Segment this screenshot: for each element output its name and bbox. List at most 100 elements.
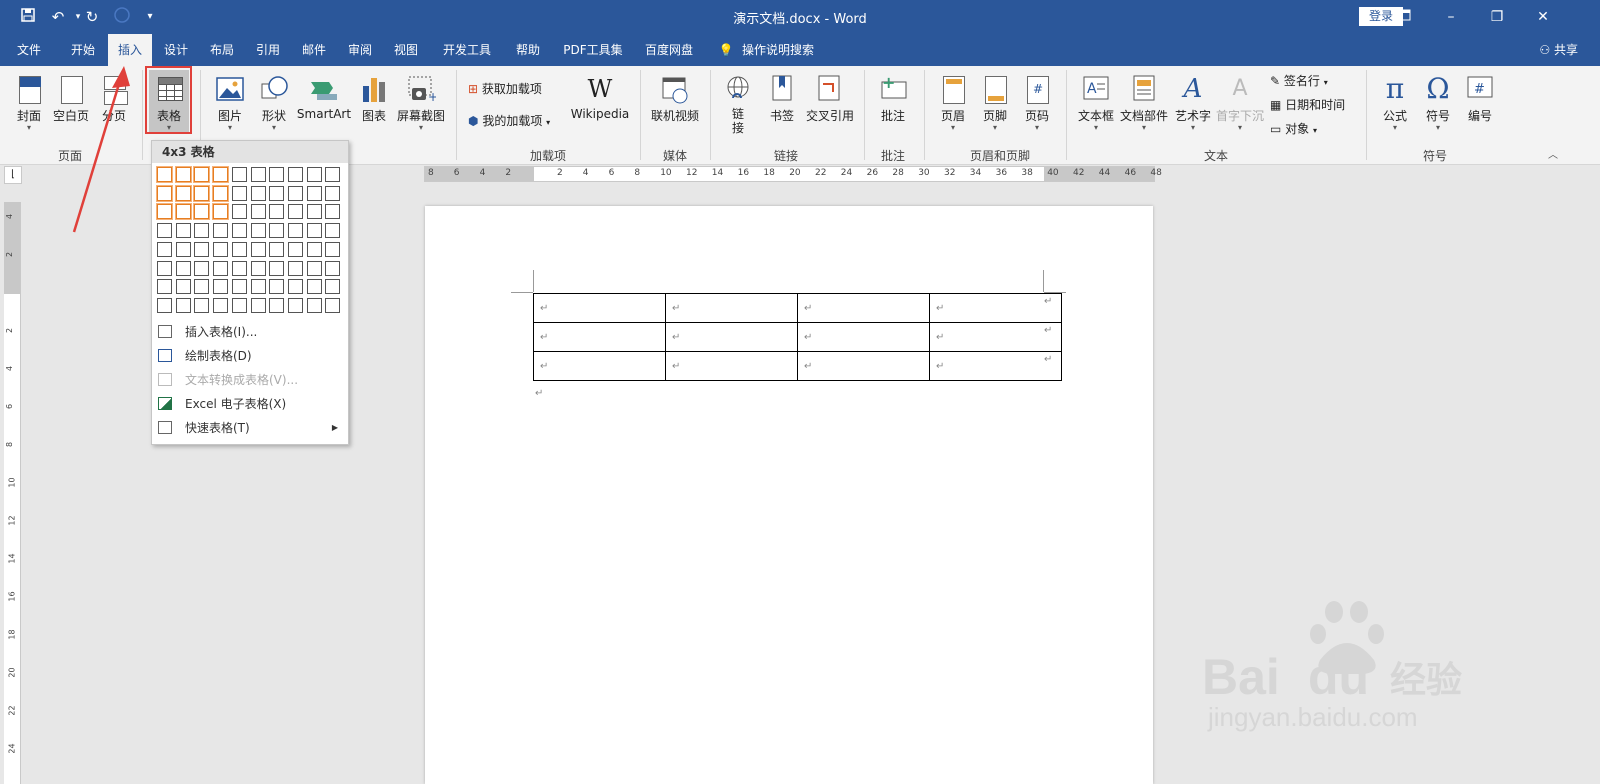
tab-file[interactable]: 文件	[8, 34, 50, 66]
quick-parts-button[interactable]: 文档部件 ▾	[1118, 74, 1170, 132]
table-grid-cell[interactable]	[193, 203, 211, 221]
table-grid-cell[interactable]	[287, 223, 303, 239]
symbol-button[interactable]: Ω 符号 ▾	[1418, 74, 1458, 132]
table-grid-cell[interactable]	[157, 223, 172, 239]
table-grid-cell[interactable]	[325, 167, 341, 182]
table-grid-cell[interactable]	[231, 279, 247, 295]
table-grid-cell[interactable]	[194, 223, 210, 239]
table-grid-cell[interactable]	[156, 203, 173, 221]
table-grid-cell[interactable]	[157, 279, 172, 295]
table-grid-cell[interactable]	[250, 223, 266, 239]
table-grid-cell[interactable]	[306, 204, 322, 220]
table-grid-cell[interactable]	[287, 297, 303, 313]
table-cell[interactable]: ↵	[929, 322, 1062, 352]
table-grid-cell[interactable]	[306, 260, 322, 276]
table-grid-cell[interactable]	[194, 279, 210, 295]
table-grid-cell[interactable]	[157, 260, 172, 276]
table-grid-cell[interactable]	[306, 241, 322, 257]
table-cell[interactable]: ↵	[533, 351, 666, 381]
table-cell[interactable]: ↵	[797, 293, 930, 323]
link-button[interactable]: 链接	[720, 74, 756, 135]
tab-pdf-tools[interactable]: PDF工具集	[556, 34, 630, 66]
tab-view[interactable]: 视图	[386, 34, 426, 66]
date-time-button[interactable]: ▦ 日期和时间	[1270, 96, 1345, 113]
table-grid-cell[interactable]	[287, 279, 303, 295]
table-grid-cell[interactable]	[156, 166, 173, 183]
text-box-button[interactable]: A 文本框 ▾	[1074, 74, 1118, 132]
minimize-icon[interactable]: –	[1440, 6, 1462, 28]
number-button[interactable]: # 编号	[1460, 74, 1500, 124]
table-grid-cell[interactable]	[269, 185, 285, 201]
ribbon-display-options-icon[interactable]	[1393, 6, 1415, 28]
table-grid-cell[interactable]	[231, 241, 247, 257]
header-button[interactable]: 页眉 ▾	[934, 74, 972, 132]
table-grid-cell[interactable]	[212, 184, 230, 202]
menu-quick-tables[interactable]: 快速表格(T) ▶	[152, 417, 348, 439]
table-grid-cell[interactable]	[250, 297, 266, 313]
table-grid-cell[interactable]	[325, 223, 341, 239]
table-grid-cell[interactable]	[306, 167, 322, 182]
table-cell[interactable]: ↵	[797, 351, 930, 381]
cover-page-button[interactable]: 封面 ▾	[10, 74, 48, 132]
chart-button[interactable]: 图表	[356, 74, 392, 124]
table-cell[interactable]: ↵	[929, 351, 1062, 381]
table-grid-cell[interactable]	[269, 297, 285, 313]
tab-references[interactable]: 引用	[248, 34, 288, 66]
table-grid-cell[interactable]	[231, 260, 247, 276]
cross-reference-button[interactable]: 交叉引用	[804, 74, 856, 124]
table-grid-cell[interactable]	[175, 279, 191, 295]
table-grid-cell[interactable]	[306, 297, 322, 313]
table-cell[interactable]: ↵	[533, 293, 666, 323]
table-grid-cell[interactable]	[287, 241, 303, 257]
online-video-button[interactable]: 联机视频	[648, 74, 702, 124]
table-grid-cell[interactable]	[325, 260, 341, 276]
collapse-ribbon-icon[interactable]: ︿	[1548, 146, 1558, 161]
drop-cap-button[interactable]: A 首字下沉 ▾	[1214, 74, 1266, 132]
table-grid-cell[interactable]	[325, 204, 341, 220]
tab-developer[interactable]: 开发工具	[436, 34, 498, 66]
document-table[interactable]: ↵ ↵ ↵ ↵ ↵ ↵ ↵ ↵ ↵ ↵ ↵ ↵	[533, 293, 1062, 381]
footer-button[interactable]: 页脚 ▾	[976, 74, 1014, 132]
table-grid-cell[interactable]	[250, 167, 266, 182]
table-cell[interactable]: ↵	[665, 293, 798, 323]
table-grid-cell[interactable]	[175, 223, 191, 239]
screenshot-button[interactable]: + 屏幕截图 ▾	[394, 74, 448, 132]
table-grid-cell[interactable]	[231, 204, 247, 220]
vertical-ruler[interactable]: 4 2 2 4 6 8 10 12 14 16 18 20 22 24	[4, 202, 21, 784]
menu-insert-table[interactable]: 插入表格(I)...	[152, 321, 348, 343]
page-number-button[interactable]: # 页码 ▾	[1018, 74, 1056, 132]
table-grid-cell[interactable]	[250, 241, 266, 257]
table-grid-cell[interactable]	[325, 297, 341, 313]
table-grid-cell[interactable]	[269, 223, 285, 239]
table-grid-cell[interactable]	[231, 167, 247, 182]
table-cell[interactable]: ↵	[665, 322, 798, 352]
table-grid-cell[interactable]	[269, 241, 285, 257]
table-grid-cell[interactable]	[250, 279, 266, 295]
table-grid-cell[interactable]	[193, 184, 211, 202]
my-addins-button[interactable]: ⬢ 我的加载项 ▾	[468, 112, 550, 129]
table-grid-cell[interactable]	[269, 167, 285, 182]
menu-draw-table[interactable]: 绘制表格(D)	[152, 345, 348, 367]
table-grid-cell[interactable]	[212, 203, 230, 221]
table-grid-cell[interactable]	[250, 185, 266, 201]
table-grid-cell[interactable]	[174, 203, 192, 221]
table-grid-cell[interactable]	[175, 241, 191, 257]
table-grid-cell[interactable]	[212, 166, 230, 183]
horizontal-ruler[interactable]: 8 6 4 2 2 4 6 8 10 12 14 16 18 20 22 24 26 28 30 32 34 36 38 40…	[424, 166, 1162, 182]
table-grid-cell[interactable]	[306, 185, 322, 201]
table-grid-cell[interactable]	[174, 166, 192, 183]
table-cell[interactable]: ↵	[929, 293, 1062, 323]
table-grid-cell[interactable]	[287, 260, 303, 276]
lightbulb-icon[interactable]: 💡	[716, 34, 736, 66]
table-grid-cell[interactable]	[156, 184, 173, 202]
table-grid-cell[interactable]	[174, 184, 192, 202]
table-grid-cell[interactable]	[213, 260, 229, 276]
tab-baidu-netdisk[interactable]: 百度网盘	[638, 34, 700, 66]
tell-me-search[interactable]: 操作说明搜索	[742, 34, 824, 66]
tab-design[interactable]: 设计	[156, 34, 196, 66]
table-grid-cell[interactable]	[213, 279, 229, 295]
restore-icon[interactable]: ❐	[1486, 6, 1508, 28]
table-grid-cell[interactable]	[194, 260, 210, 276]
table-grid-cell[interactable]	[194, 241, 210, 257]
pictures-button[interactable]: 图片 ▾	[210, 74, 250, 132]
